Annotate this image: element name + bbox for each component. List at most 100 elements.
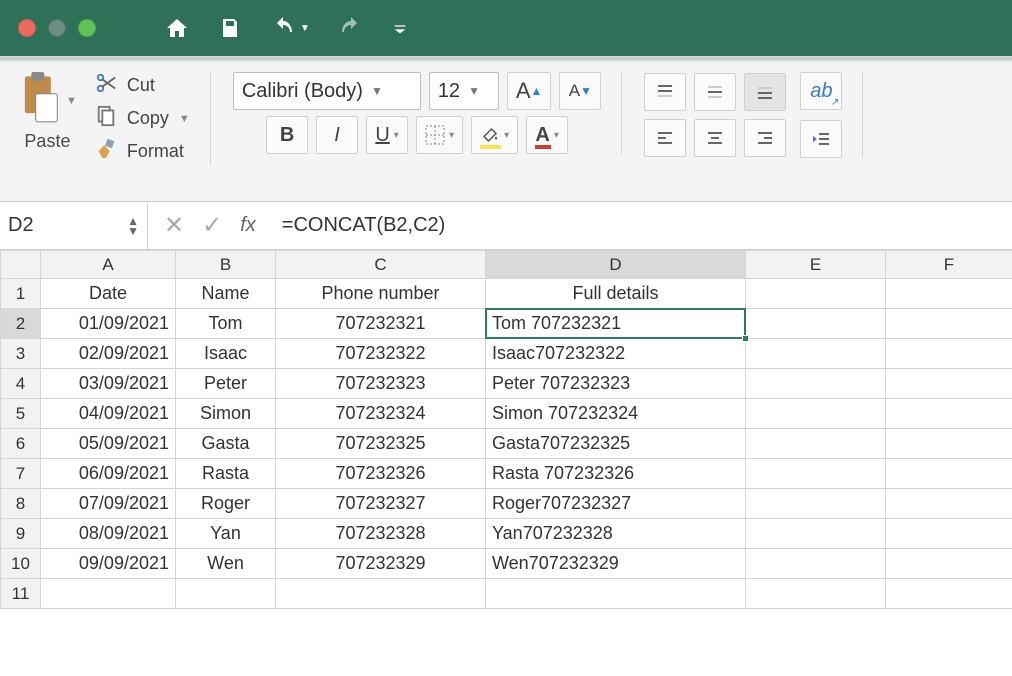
cell-D7[interactable]: Rasta 707232326: [486, 459, 746, 489]
cell-C9[interactable]: 707232328: [276, 519, 486, 549]
col-header-A[interactable]: A: [41, 251, 176, 279]
row-header[interactable]: 2: [1, 309, 41, 339]
cell-E7[interactable]: [746, 459, 886, 489]
cell-C4[interactable]: 707232323: [276, 369, 486, 399]
align-top-button[interactable]: [644, 73, 686, 111]
cell-D5[interactable]: Simon 707232324: [486, 399, 746, 429]
col-header-E[interactable]: E: [746, 251, 886, 279]
cell-F3[interactable]: [886, 339, 1012, 369]
cell-B6[interactable]: Gasta: [176, 429, 276, 459]
cell-D8[interactable]: Roger707232327: [486, 489, 746, 519]
cell-A5[interactable]: 04/09/2021: [41, 399, 176, 429]
paste-dropdown-icon[interactable]: ▼: [66, 95, 77, 107]
col-header-D[interactable]: D: [486, 251, 746, 279]
cell-E2[interactable]: [746, 309, 886, 339]
cell-C5[interactable]: 707232324: [276, 399, 486, 429]
row-header[interactable]: 4: [1, 369, 41, 399]
cell-F6[interactable]: [886, 429, 1012, 459]
cell-B9[interactable]: Yan: [176, 519, 276, 549]
cell-A9[interactable]: 08/09/2021: [41, 519, 176, 549]
cell-C2[interactable]: 707232321: [276, 309, 486, 339]
increase-font-button[interactable]: A▲: [507, 72, 552, 110]
name-box[interactable]: D2 ▲▼: [0, 203, 148, 249]
cell-E10[interactable]: [746, 549, 886, 579]
cell-E5[interactable]: [746, 399, 886, 429]
orientation-button[interactable]: ab↗: [800, 72, 842, 110]
copy-button[interactable]: Copy ▼: [95, 105, 190, 132]
cell-C1[interactable]: Phone number: [276, 279, 486, 309]
cell-B4[interactable]: Peter: [176, 369, 276, 399]
cell-B10[interactable]: Wen: [176, 549, 276, 579]
fill-handle[interactable]: [742, 335, 749, 342]
cell-A4[interactable]: 03/09/2021: [41, 369, 176, 399]
bold-button[interactable]: B: [266, 116, 308, 154]
close-window-button[interactable]: [18, 19, 36, 37]
cell-D9[interactable]: Yan707232328: [486, 519, 746, 549]
cell-A2[interactable]: 01/09/2021: [41, 309, 176, 339]
align-middle-button[interactable]: [694, 73, 736, 111]
align-bottom-button[interactable]: [744, 73, 786, 111]
paste-button[interactable]: Paste: [24, 131, 70, 152]
cell-A8[interactable]: 07/09/2021: [41, 489, 176, 519]
cell-E1[interactable]: [746, 279, 886, 309]
font-name-combo[interactable]: Calibri (Body)▼: [233, 72, 421, 110]
col-header-B[interactable]: B: [176, 251, 276, 279]
cell-A10[interactable]: 09/09/2021: [41, 549, 176, 579]
decrease-indent-button[interactable]: [800, 120, 842, 158]
cancel-formula-icon[interactable]: ✕: [164, 211, 184, 240]
row-header[interactable]: 5: [1, 399, 41, 429]
cell-D6[interactable]: Gasta707232325: [486, 429, 746, 459]
cell-D2[interactable]: Tom 707232321: [486, 309, 746, 339]
row-header[interactable]: 1: [1, 279, 41, 309]
namebox-down-icon[interactable]: ▼: [127, 226, 139, 236]
format-painter-button[interactable]: Format: [95, 138, 190, 165]
decrease-font-button[interactable]: A▼: [559, 72, 601, 110]
select-all-corner[interactable]: [1, 251, 41, 279]
cell-D10[interactable]: Wen707232329: [486, 549, 746, 579]
cut-button[interactable]: Cut: [95, 72, 190, 99]
cell-B3[interactable]: Isaac: [176, 339, 276, 369]
home-icon[interactable]: [164, 16, 190, 40]
cell-A3[interactable]: 02/09/2021: [41, 339, 176, 369]
cell-B11[interactable]: [176, 579, 276, 609]
row-header[interactable]: 7: [1, 459, 41, 489]
cell-C10[interactable]: 707232329: [276, 549, 486, 579]
cell-D3[interactable]: Isaac707232322: [486, 339, 746, 369]
borders-button[interactable]: ▾: [416, 116, 463, 154]
row-header[interactable]: 10: [1, 549, 41, 579]
cell-F9[interactable]: [886, 519, 1012, 549]
spreadsheet-grid[interactable]: A B C D E F 1DateNamePhone numberFull de…: [0, 250, 1012, 609]
cell-D1[interactable]: Full details: [486, 279, 746, 309]
cell-E6[interactable]: [746, 429, 886, 459]
fill-color-button[interactable]: ▾: [471, 116, 518, 154]
cell-C7[interactable]: 707232326: [276, 459, 486, 489]
row-header[interactable]: 8: [1, 489, 41, 519]
align-left-button[interactable]: [644, 119, 686, 157]
cell-D11[interactable]: [486, 579, 746, 609]
cell-C11[interactable]: [276, 579, 486, 609]
redo-icon[interactable]: [338, 16, 364, 40]
align-right-button[interactable]: [744, 119, 786, 157]
row-header[interactable]: 9: [1, 519, 41, 549]
cell-E3[interactable]: [746, 339, 886, 369]
cell-F2[interactable]: [886, 309, 1012, 339]
underline-button[interactable]: U▾: [366, 116, 408, 154]
cell-B2[interactable]: Tom: [176, 309, 276, 339]
row-header[interactable]: 3: [1, 339, 41, 369]
cell-A6[interactable]: 05/09/2021: [41, 429, 176, 459]
fx-icon[interactable]: fx: [240, 214, 256, 237]
cell-A7[interactable]: 06/09/2021: [41, 459, 176, 489]
cell-B7[interactable]: Rasta: [176, 459, 276, 489]
cell-B8[interactable]: Roger: [176, 489, 276, 519]
cell-B5[interactable]: Simon: [176, 399, 276, 429]
zoom-window-button[interactable]: [78, 19, 96, 37]
cell-F11[interactable]: [886, 579, 1012, 609]
cell-D4[interactable]: Peter 707232323: [486, 369, 746, 399]
col-header-C[interactable]: C: [276, 251, 486, 279]
minimize-window-button[interactable]: [48, 19, 66, 37]
cell-E11[interactable]: [746, 579, 886, 609]
customize-qat-icon[interactable]: [392, 20, 408, 36]
cell-F10[interactable]: [886, 549, 1012, 579]
cell-F7[interactable]: [886, 459, 1012, 489]
undo-icon[interactable]: ▼: [270, 16, 310, 40]
